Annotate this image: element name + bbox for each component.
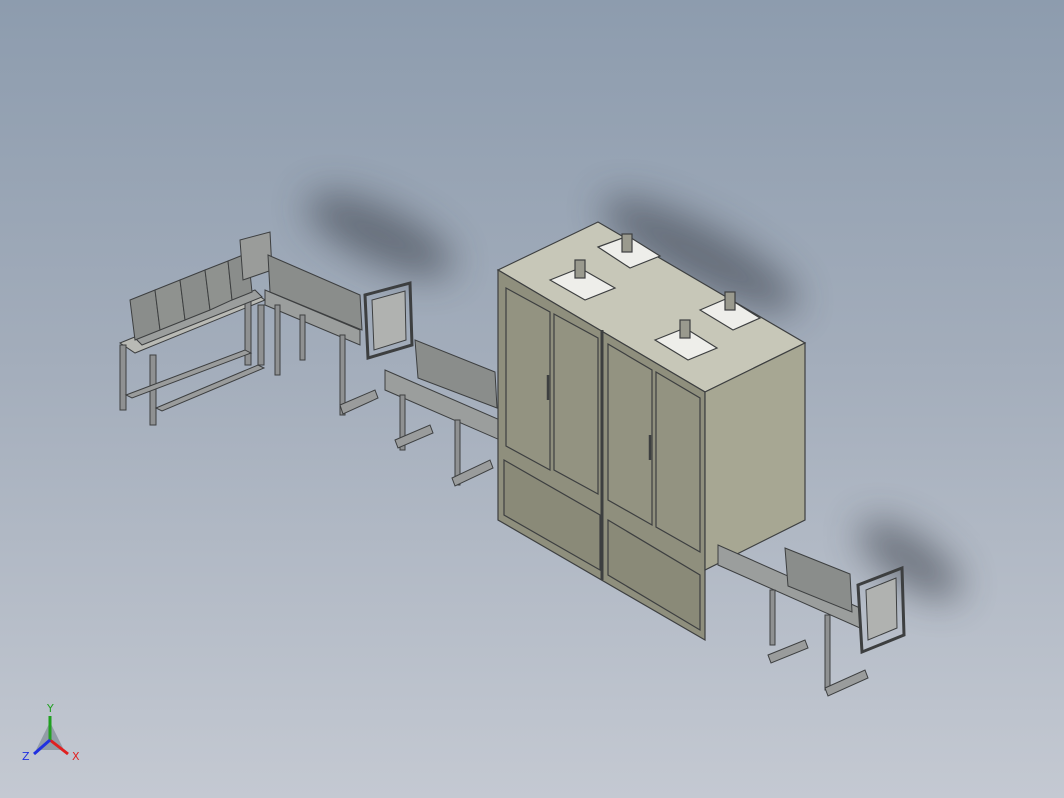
- x-axis-label: X: [72, 750, 80, 763]
- right-conveyor[interactable]: [717, 544, 906, 697]
- conveyor-segment-3[interactable]: [384, 339, 501, 487]
- cad-viewport[interactable]: X Y Z: [0, 0, 1064, 798]
- left-table-station[interactable]: [118, 231, 273, 426]
- z-axis-label: Z: [22, 750, 30, 763]
- y-axis-label: Y: [46, 702, 54, 715]
- coordinate-triad[interactable]: X Y Z: [22, 702, 80, 763]
